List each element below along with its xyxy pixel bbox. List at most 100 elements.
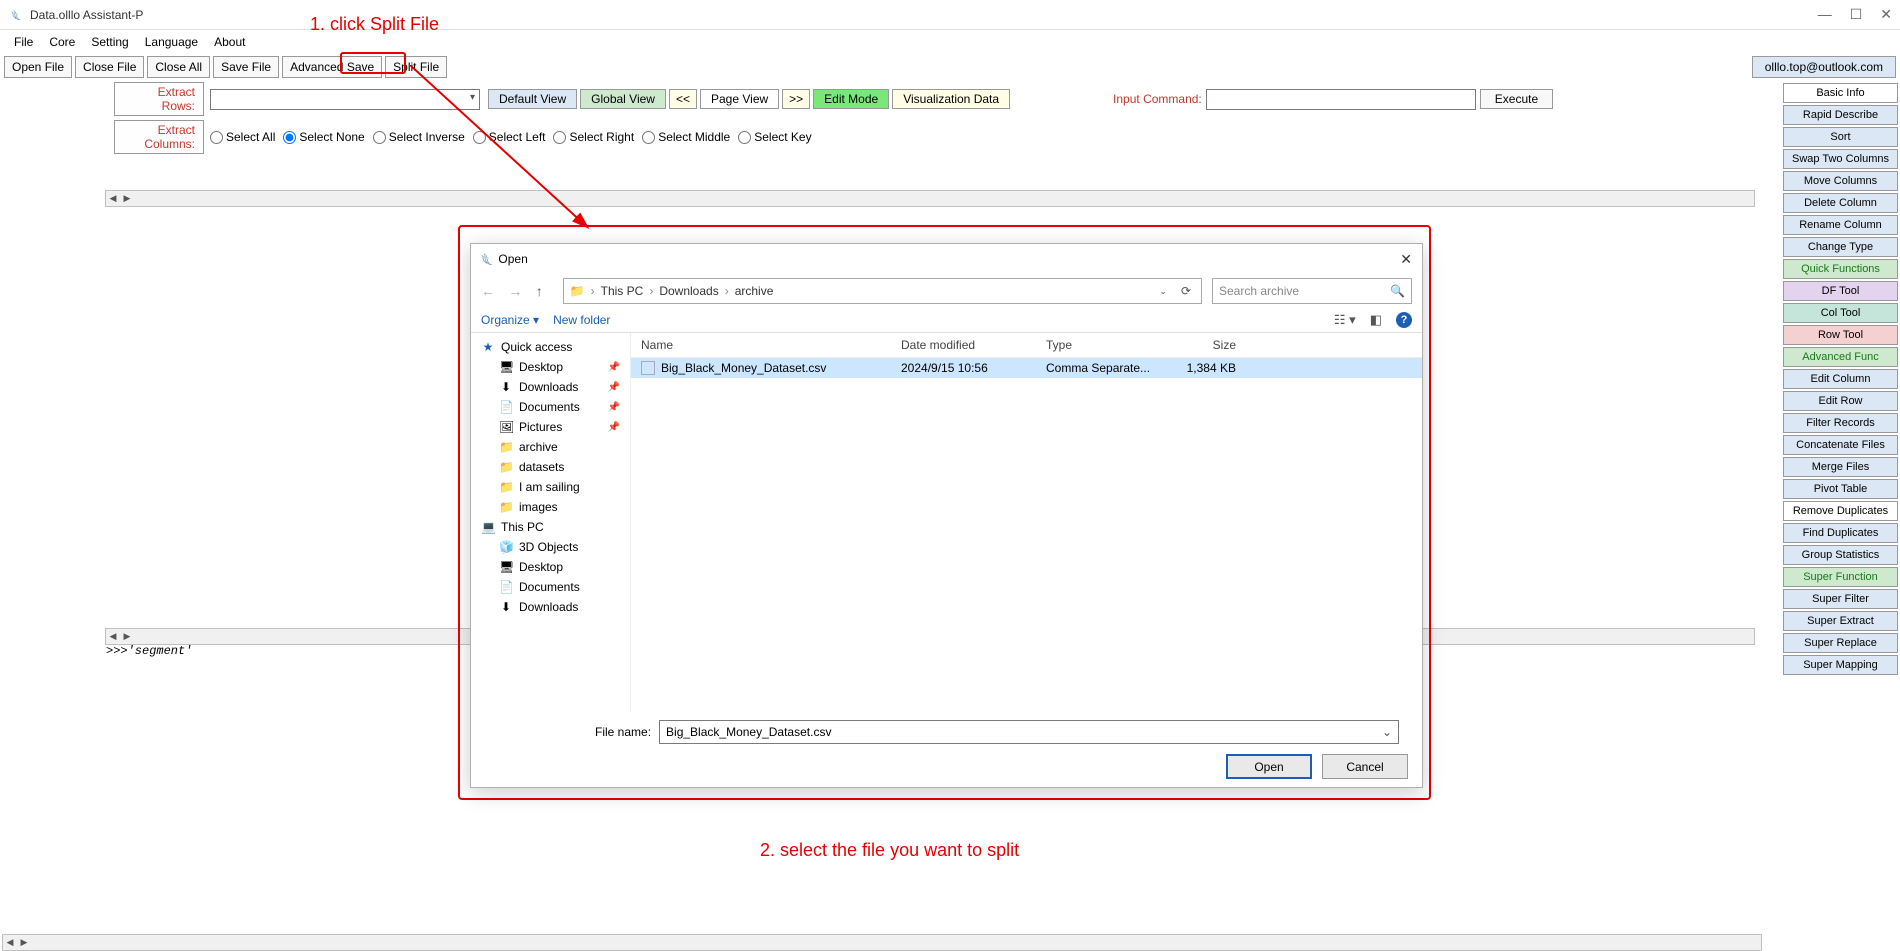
advanced-func-button[interactable]: Advanced Func [1783, 347, 1898, 367]
change-type-button[interactable]: Change Type [1783, 237, 1898, 257]
open-file-button[interactable]: Open File [4, 56, 72, 78]
close-file-button[interactable]: Close File [75, 56, 144, 78]
concatenate-files-button[interactable]: Concatenate Files [1783, 435, 1898, 455]
radio-select-inverse[interactable]: Select Inverse [373, 130, 465, 144]
menu-setting[interactable]: Setting [83, 33, 136, 51]
forward-icon[interactable]: → [508, 283, 522, 299]
new-folder-button[interactable]: New folder [553, 313, 610, 327]
nav-archive[interactable]: 📁archive [471, 437, 630, 457]
crumb-archive[interactable]: archive [735, 284, 774, 298]
up-icon[interactable]: ↑ [536, 283, 543, 299]
menu-about[interactable]: About [206, 33, 253, 51]
col-tool-button[interactable]: Col Tool [1783, 303, 1898, 323]
filter-records-button[interactable]: Filter Records [1783, 413, 1898, 433]
dialog-close-icon[interactable]: ✕ [1400, 251, 1412, 268]
nav-datasets[interactable]: 📁datasets [471, 457, 630, 477]
view-options-icon[interactable]: ☷ ▾ [1334, 312, 1356, 328]
address-bar[interactable]: 📁 › This PC › Downloads › archive ⌄ ⟳ [563, 278, 1202, 304]
next-page-button[interactable]: >> [782, 89, 810, 109]
radio-select-right[interactable]: Select Right [553, 130, 634, 144]
refresh-icon[interactable]: ⟳ [1177, 282, 1195, 300]
nav-documents[interactable]: 📄Documents [471, 577, 630, 597]
pivot-table-button[interactable]: Pivot Table [1783, 479, 1898, 499]
df-tool-button[interactable]: DF Tool [1783, 281, 1898, 301]
nav-3d-objects[interactable]: 🧊3D Objects [471, 537, 630, 557]
merge-files-button[interactable]: Merge Files [1783, 457, 1898, 477]
close-all-button[interactable]: Close All [147, 56, 210, 78]
maximize-icon[interactable]: ☐ [1850, 6, 1863, 23]
account-badge[interactable]: olllo.top@outlook.com [1752, 56, 1896, 78]
radio-select-left[interactable]: Select Left [473, 130, 546, 144]
menu-language[interactable]: Language [137, 33, 206, 51]
nav-downloads[interactable]: ⬇Downloads📌 [471, 377, 630, 397]
quick-functions-button[interactable]: Quick Functions [1783, 259, 1898, 279]
nav-downloads[interactable]: ⬇Downloads [471, 597, 630, 617]
close-icon[interactable]: ✕ [1880, 6, 1892, 23]
row-tool-button[interactable]: Row Tool [1783, 325, 1898, 345]
file-row-selected[interactable]: Big_Black_Money_Dataset.csv 2024/9/15 10… [631, 358, 1422, 378]
col-name[interactable]: Name [641, 338, 901, 352]
open-button[interactable]: Open [1226, 754, 1312, 779]
upper-hscroll[interactable]: ◀▶ [105, 190, 1755, 207]
input-command-field[interactable] [1206, 89, 1476, 110]
edit-mode-button[interactable]: Edit Mode [813, 89, 889, 109]
super-extract-button[interactable]: Super Extract [1783, 611, 1898, 631]
nav-documents[interactable]: 📄Documents📌 [471, 397, 630, 417]
delete-column-button[interactable]: Delete Column [1783, 193, 1898, 213]
minimize-icon[interactable]: — [1818, 6, 1832, 23]
col-size[interactable]: Size [1166, 338, 1236, 352]
remove-duplicates-button[interactable]: Remove Duplicates [1783, 501, 1898, 521]
search-input[interactable]: Search archive 🔍 [1212, 278, 1412, 304]
nav-tree[interactable]: ★Quick access🖥Desktop📌⬇Downloads📌📄Docume… [471, 333, 631, 712]
basic-info-button[interactable]: Basic Info [1783, 83, 1898, 103]
sort-button[interactable]: Sort [1783, 127, 1898, 147]
radio-select-key[interactable]: Select Key [738, 130, 811, 144]
nav-this-pc[interactable]: 💻This PC [471, 517, 630, 537]
super-mapping-button[interactable]: Super Mapping [1783, 655, 1898, 675]
nav-desktop[interactable]: 🖥Desktop [471, 557, 630, 577]
crumb-thispc[interactable]: This PC [601, 284, 644, 298]
rapid-describe-button[interactable]: Rapid Describe [1783, 105, 1898, 125]
prev-page-button[interactable]: << [669, 89, 697, 109]
page-view-button[interactable]: Page View [700, 89, 779, 109]
nav-quick-access[interactable]: ★Quick access [471, 337, 630, 357]
crumb-downloads[interactable]: Downloads [659, 284, 718, 298]
edit-column-button[interactable]: Edit Column [1783, 369, 1898, 389]
default-view-button[interactable]: Default View [488, 89, 577, 109]
save-file-button[interactable]: Save File [213, 56, 279, 78]
col-type[interactable]: Type [1046, 338, 1166, 352]
super-replace-button[interactable]: Super Replace [1783, 633, 1898, 653]
col-date[interactable]: Date modified [901, 338, 1046, 352]
nav-pictures[interactable]: 🖼Pictures📌 [471, 417, 630, 437]
split-file-button[interactable]: Split File [385, 56, 447, 78]
super-filter-button[interactable]: Super Filter [1783, 589, 1898, 609]
cancel-button[interactable]: Cancel [1322, 754, 1408, 779]
help-icon[interactable]: ? [1396, 312, 1412, 328]
extract-rows-select[interactable] [210, 89, 480, 110]
nav-i-am-sailing[interactable]: 📁I am sailing [471, 477, 630, 497]
address-dropdown-icon[interactable]: ⌄ [1155, 284, 1171, 299]
preview-pane-icon[interactable]: ◧ [1370, 312, 1382, 328]
execute-button[interactable]: Execute [1480, 89, 1553, 109]
edit-row-button[interactable]: Edit Row [1783, 391, 1898, 411]
nav-desktop[interactable]: 🖥Desktop📌 [471, 357, 630, 377]
menu-core[interactable]: Core [41, 33, 83, 51]
back-icon[interactable]: ← [481, 283, 495, 299]
radio-select-middle[interactable]: Select Middle [642, 130, 730, 144]
radio-select-all[interactable]: Select All [210, 130, 275, 144]
advanced-save-button[interactable]: Advanced Save [282, 56, 382, 78]
global-view-button[interactable]: Global View [580, 89, 666, 109]
radio-select-none[interactable]: Select None [283, 130, 364, 144]
find-duplicates-button[interactable]: Find Duplicates [1783, 523, 1898, 543]
bottom-hscroll[interactable]: ◀▶ [2, 934, 1762, 951]
visualization-data-button[interactable]: Visualization Data [892, 89, 1010, 109]
organize-menu[interactable]: Organize ▾ [481, 313, 539, 327]
super-function-button[interactable]: Super Function [1783, 567, 1898, 587]
rename-column-button[interactable]: Rename Column [1783, 215, 1898, 235]
move-columns-button[interactable]: Move Columns [1783, 171, 1898, 191]
swap-two-columns-button[interactable]: Swap Two Columns [1783, 149, 1898, 169]
file-name-input[interactable]: Big_Black_Money_Dataset.csv [659, 720, 1399, 744]
nav-images[interactable]: 📁images [471, 497, 630, 517]
group-statistics-button[interactable]: Group Statistics [1783, 545, 1898, 565]
menu-file[interactable]: File [6, 33, 41, 51]
